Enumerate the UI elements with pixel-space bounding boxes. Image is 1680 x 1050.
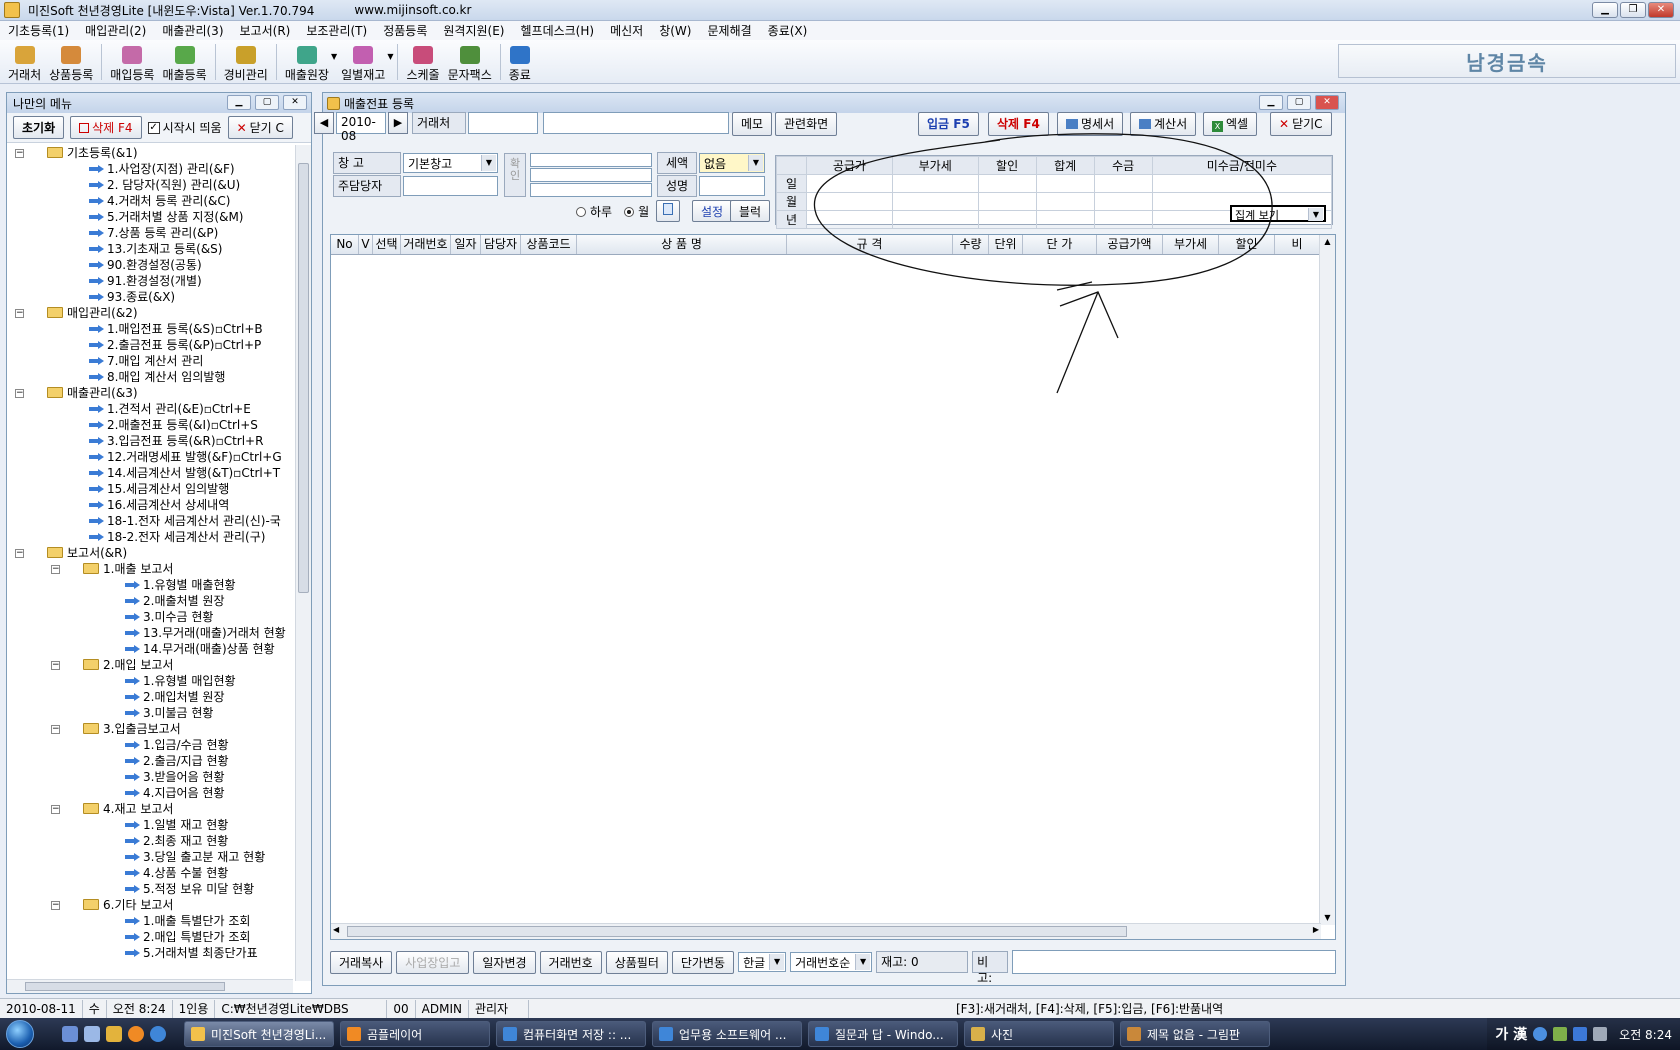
switch-windows-icon[interactable] <box>84 1026 100 1042</box>
status-path: C:₩천년경영Lite₩DBS <box>215 999 388 1018</box>
show-desktop-icon[interactable] <box>62 1026 78 1042</box>
note-input[interactable] <box>1012 950 1337 974</box>
status-user: ADMIN <box>416 999 469 1018</box>
taskbar-task[interactable]: 미진Soft 천년경영Li... <box>184 1021 334 1047</box>
note-label: 비고: <box>972 951 1009 985</box>
chevron-down-icon: ▼ <box>769 954 785 970</box>
deal-number-button[interactable]: 거래번호 <box>539 950 602 974</box>
annotation-circle <box>814 133 1273 286</box>
help-icon[interactable] <box>1533 1027 1548 1041</box>
task-label: 제목 없음 - 그림판 <box>1147 1027 1241 1042</box>
task-label: 질문과 답 - Windo... <box>835 1027 944 1042</box>
language-value: 한글 <box>743 956 766 970</box>
taskbar-task[interactable]: 업무용 소프트웨어 ... <box>652 1021 802 1047</box>
taskbar-task[interactable]: 사진 <box>964 1021 1114 1047</box>
status-bar: 2010-08-11 수 오전 8:24 1인용 C:₩천년경영Lite₩DBS… <box>0 998 1680 1018</box>
hand-drawn-annotation <box>814 133 1273 394</box>
language-select[interactable]: 한글 ▼ <box>738 952 787 972</box>
slip-bottom-bar: 거래복사 사업장입고 일자변경 거래번호 상품필터 단가변동 한글 ▼ 거래번호순… <box>330 948 1337 985</box>
status-weekday: 수 <box>83 999 107 1018</box>
taskbar-task[interactable]: 컴퓨터화면 저장 :: ... <box>496 1021 646 1047</box>
windows-logo-icon <box>6 1020 34 1048</box>
price-change-button[interactable]: 단가변동 <box>671 950 735 974</box>
status-users: 1인용 <box>173 999 216 1018</box>
bluetooth-icon[interactable] <box>1573 1027 1588 1041</box>
change-date-button[interactable]: 일자변경 <box>473 950 536 974</box>
start-button[interactable] <box>0 1018 40 1050</box>
annotation-stroke <box>1056 281 1093 291</box>
status-code: 00 <box>387 999 416 1018</box>
task-label: 곰플레이어 <box>367 1027 423 1042</box>
sort-select[interactable]: 거래번호순 ▼ <box>790 952 873 972</box>
task-app-icon <box>659 1027 673 1041</box>
task-app-icon <box>815 1027 829 1041</box>
task-app-icon <box>971 1027 985 1041</box>
site-receive-button[interactable]: 사업장입고 <box>396 950 470 974</box>
task-label: 업무용 소프트웨어 ... <box>679 1027 787 1042</box>
status-hint: [F3]:새거래처, [F4]:삭제, [F5]:입금, [F6]:반품내역 <box>956 1001 1224 1016</box>
status-role: 관리자 <box>469 999 529 1018</box>
task-list: 미진Soft 천년경영Li... 곰플레이어 컴퓨터화면 저장 :: ... 업무용 … <box>178 1021 1270 1047</box>
annotation-arrow <box>1056 291 1119 394</box>
task-label: 사진 <box>991 1027 1014 1042</box>
task-label: 미진Soft 천년경영Li... <box>211 1027 327 1042</box>
system-tray: 가 漢 오전 8:24 <box>1487 1018 1680 1050</box>
status-time: 오전 8:24 <box>107 999 173 1018</box>
stock-display: 재고: 0 <box>876 951 969 973</box>
chevron-down-icon: ▼ <box>855 954 871 970</box>
quick-launch <box>62 1026 166 1042</box>
task-app-icon <box>191 1027 205 1041</box>
taskbar-task[interactable]: 곰플레이어 <box>340 1021 490 1047</box>
taskbar-task[interactable]: 제목 없음 - 그림판 <box>1120 1021 1270 1047</box>
copy-deal-button[interactable]: 거래복사 <box>330 950 393 974</box>
windows-taskbar: 미진Soft 천년경영Li... 곰플레이어 컴퓨터화면 저장 :: ... 업무용 … <box>0 1018 1680 1050</box>
app-shortcut-icon[interactable] <box>106 1026 122 1042</box>
product-filter-button[interactable]: 상품필터 <box>605 950 668 974</box>
volume-icon[interactable] <box>1593 1027 1608 1041</box>
ie-shortcut-icon[interactable] <box>150 1026 166 1042</box>
task-label: 컴퓨터화면 저장 :: ... <box>523 1027 632 1042</box>
ime-indicator[interactable]: 가 漢 <box>1495 1024 1527 1044</box>
task-app-icon <box>347 1027 361 1041</box>
network-icon[interactable] <box>1553 1027 1568 1041</box>
taskbar-clock[interactable]: 오전 8:24 <box>1619 1026 1672 1043</box>
status-date: 2010-08-11 <box>0 999 83 1018</box>
sort-value: 거래번호순 <box>795 956 851 970</box>
taskbar-task[interactable]: 질문과 답 - Windo... <box>808 1021 958 1047</box>
browser-shortcut-icon[interactable] <box>128 1026 144 1042</box>
task-app-icon <box>1127 1027 1141 1041</box>
task-app-icon <box>503 1027 517 1041</box>
